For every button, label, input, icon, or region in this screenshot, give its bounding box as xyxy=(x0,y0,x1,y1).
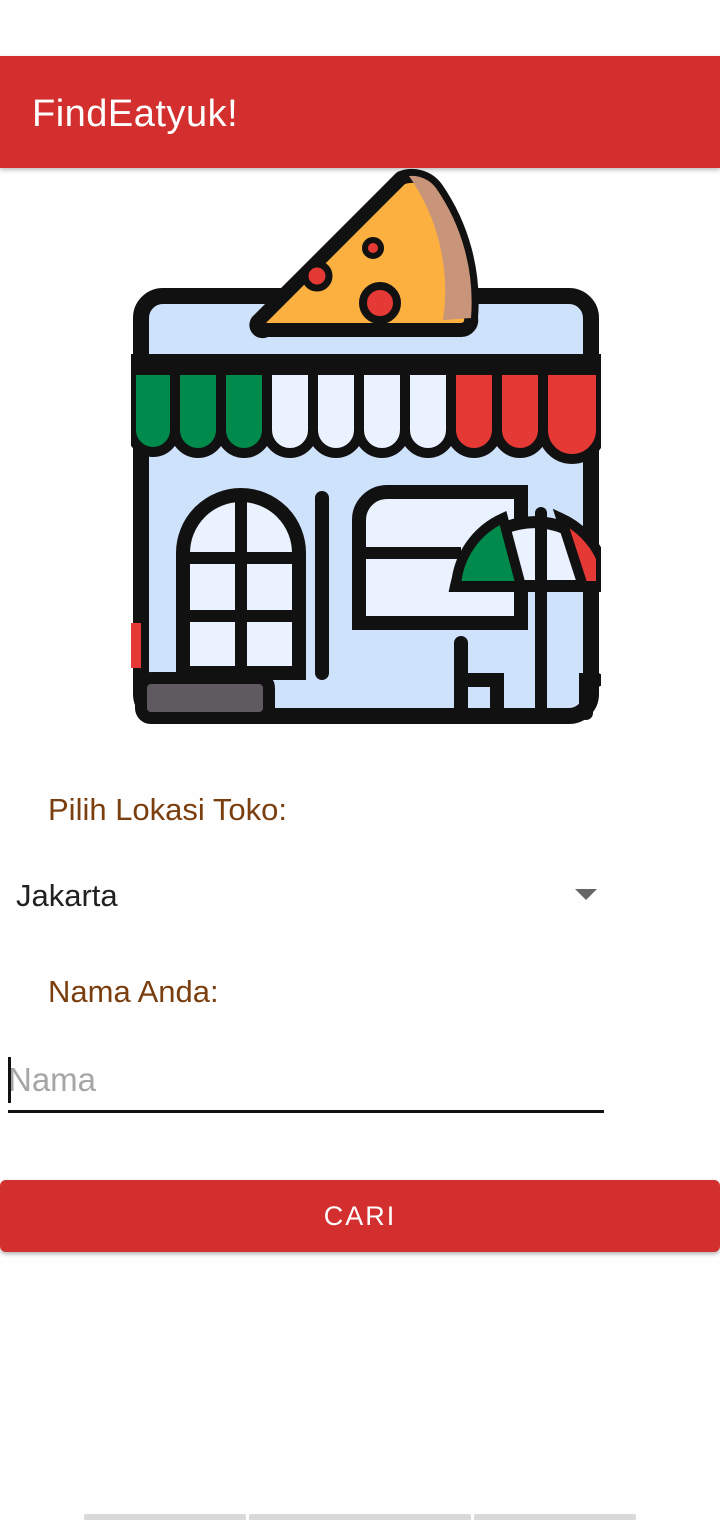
keyboard-edge-right xyxy=(474,1514,636,1520)
name-input[interactable] xyxy=(8,1050,604,1113)
app-title: FindEatyuk! xyxy=(32,93,239,135)
keyboard-edge-middle xyxy=(249,1514,471,1520)
location-dropdown[interactable]: Jakarta xyxy=(0,858,620,936)
keyboard-edge-left xyxy=(84,1514,246,1520)
location-selected-value: Jakarta xyxy=(16,878,118,913)
dropdown-arrow-icon[interactable] xyxy=(575,889,597,900)
location-label: Pilih Lokasi Toko: xyxy=(48,792,287,827)
status-bar xyxy=(0,0,720,56)
search-button[interactable]: CARI xyxy=(0,1180,720,1252)
pizza-store-icon xyxy=(131,168,601,724)
text-cursor xyxy=(8,1057,11,1103)
app-bar: FindEatyuk! xyxy=(0,56,720,168)
name-label: Nama Anda: xyxy=(48,974,219,1009)
